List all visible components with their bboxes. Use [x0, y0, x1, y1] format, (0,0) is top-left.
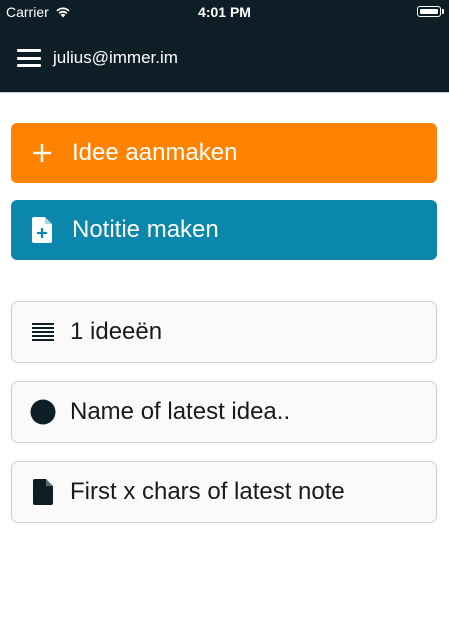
- clock: 4:01 PM: [198, 4, 251, 20]
- latest-note-label: First x chars of latest note: [70, 478, 345, 505]
- plus-icon: [30, 141, 54, 165]
- latest-note-card[interactable]: First x chars of latest note: [11, 461, 437, 523]
- navbar-divider: [0, 92, 449, 93]
- ideas-count-label: 1 ideeën: [70, 318, 163, 345]
- list-icon: [30, 319, 56, 345]
- file-plus-icon: [30, 217, 54, 243]
- create-note-button[interactable]: Notitie maken: [11, 200, 437, 260]
- battery-icon: [417, 6, 444, 17]
- create-idea-button[interactable]: Idee aanmaken: [11, 123, 437, 183]
- user-email: julius@immer.im: [53, 48, 178, 67]
- hamburger-menu-icon[interactable]: [17, 49, 41, 67]
- latest-idea-card[interactable]: Name of latest idea..: [11, 381, 437, 443]
- file-icon: [30, 479, 56, 505]
- top-navbar: julius@immer.im: [0, 24, 449, 92]
- latest-idea-label: Name of latest idea..: [70, 398, 291, 425]
- create-idea-label: Idee aanmaken: [72, 139, 238, 166]
- ideas-count-card[interactable]: 1 ideeën: [11, 301, 437, 363]
- create-note-label: Notitie maken: [72, 216, 219, 243]
- circle-icon: [30, 399, 56, 425]
- status-bar: Carrier 4:01 PM: [0, 0, 449, 24]
